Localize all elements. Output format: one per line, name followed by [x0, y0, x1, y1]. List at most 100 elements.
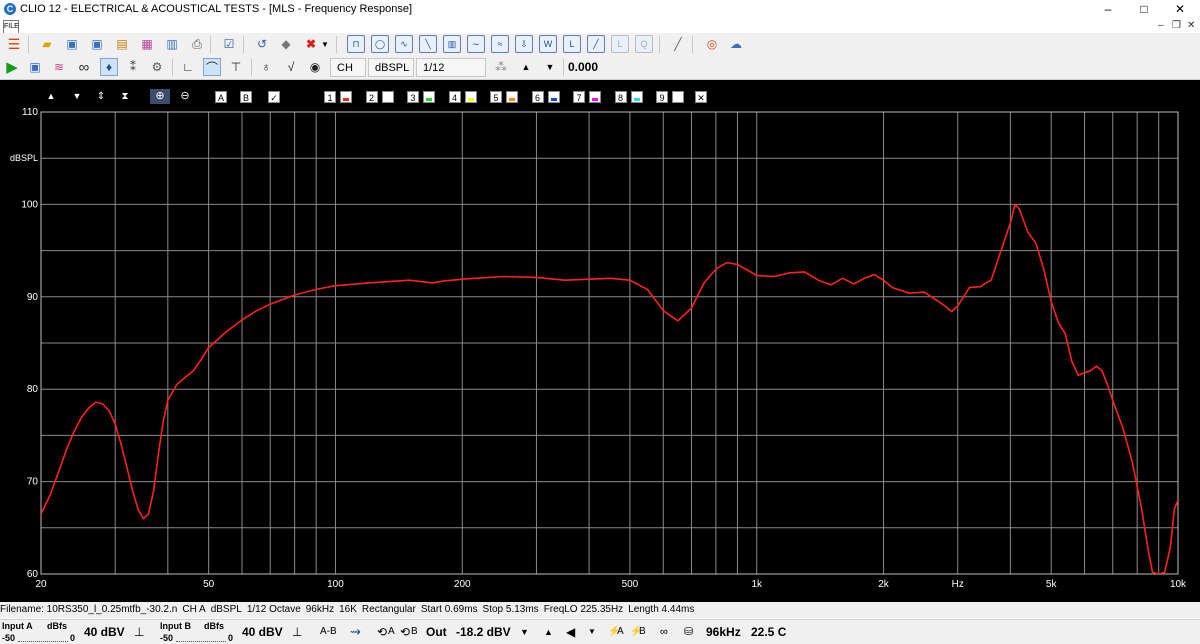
delete-icon[interactable]: ✖	[302, 35, 320, 53]
linearity-icon[interactable]: ╱	[587, 35, 605, 53]
lr-icon[interactable]: L	[611, 35, 629, 53]
frequency-response-chart[interactable]: 11010090807060dBSPL20 50 100 200 500 1k 2k 5k 10…	[0, 80, 1200, 602]
microphone-icon[interactable]: ♦	[100, 58, 118, 76]
frequency-icon[interactable]: ⌒	[203, 58, 221, 76]
window-title: CLIO 12 - ELECTRICAL & ACOUSTICAL TESTS …	[20, 3, 413, 15]
speaker-icon[interactable]: ◀	[566, 620, 575, 644]
speed-icon[interactable]: ◉	[306, 58, 324, 76]
help-lifebuoy-icon[interactable]: ◎	[703, 35, 721, 53]
menu-hamburger-icon[interactable]: ☰	[5, 35, 23, 53]
file-menu-icon[interactable]: FILE	[3, 20, 19, 34]
acoustics-icon[interactable]: ≈	[491, 35, 509, 53]
multimeter-icon[interactable]: ∼	[467, 35, 485, 53]
unit-select[interactable]: dBSPL	[368, 58, 414, 77]
save-measure-icon[interactable]: ▣	[26, 58, 44, 76]
waterfall-icon[interactable]: ≋	[50, 58, 68, 76]
open-folder-icon[interactable]: ▰	[38, 35, 56, 53]
child-close-button[interactable]: ✕	[1187, 20, 1195, 31]
sweep-icon[interactable]: ╲	[419, 35, 437, 53]
qc-icon[interactable]: Q	[635, 35, 653, 53]
main-toolbar: ☰ ▰ ▣ ▣ ▤ ▦ ▥ ⎙ ☑ ↺ ◆ ✖ ▼ ⊓ ◯ ∿ ╲ ▥ ∼ ≈ …	[0, 33, 1200, 56]
close-button[interactable]: ✕	[1162, 0, 1198, 20]
x-tick-label: 20	[35, 579, 47, 590]
child-restore-button[interactable]: ❐	[1172, 20, 1181, 31]
autorange-icon[interactable]: ⇝	[350, 620, 361, 644]
play-icon[interactable]: ▶	[3, 58, 21, 76]
probe-icon[interactable]: ♁	[257, 58, 275, 76]
y-tick-label: 90	[27, 292, 39, 303]
child-minimize-button[interactable]: –	[1158, 20, 1164, 31]
mls-icon[interactable]: ⊓	[347, 35, 365, 53]
title-bar: C CLIO 12 - ELECTRICAL & ACOUSTICAL TEST…	[0, 0, 1200, 20]
value-down-icon[interactable]: ▼	[541, 58, 559, 76]
speaker-dropdown-icon[interactable]: ▼	[588, 620, 596, 644]
out-a-link-icon[interactable]: ⟲	[377, 620, 387, 644]
marker-settings-icon[interactable]: ⁑	[124, 58, 142, 76]
x-tick-label: 500	[622, 579, 639, 590]
out-level-up-icon[interactable]: ▲	[544, 620, 553, 644]
out-b-link-icon[interactable]: ⟲	[400, 620, 410, 644]
info-window: Rectangular	[361, 604, 416, 615]
sample-rate[interactable]: 96kHz	[706, 620, 741, 644]
save-as-icon[interactable]: ▣	[88, 35, 106, 53]
smoothing-select[interactable]: 1/12 Octave	[416, 58, 486, 93]
phantom-a-label: A	[617, 626, 624, 637]
out-b-label: B	[411, 626, 418, 637]
settings-gear-icon[interactable]: ⚙	[148, 58, 166, 76]
y-tick-label: 110	[22, 107, 38, 118]
sinusoidal-icon[interactable]: ◯	[371, 35, 389, 53]
measurement-toolbar: ▶ ▣ ≋ ∞ ♦ ⁑ ⚙ ∟ ⌒ ⊤ ♁ √ ◉ CH A dBSPL 1/1…	[0, 56, 1200, 93]
waveform-icon[interactable]: ∿	[395, 35, 413, 53]
info-bar: Filename: 10RS350_l_0.25mtfb_-30.2.n CH A…	[0, 602, 1200, 618]
delete-dropdown-icon[interactable]: ▼	[320, 35, 330, 53]
export-image-icon[interactable]: ▦	[138, 35, 156, 53]
offset-value[interactable]: 0.000	[568, 58, 598, 77]
input-a-range[interactable]: 40 dBV	[84, 620, 125, 644]
impulse-icon[interactable]: √	[282, 58, 300, 76]
input-b-scale-max: 0	[228, 633, 234, 643]
out-level[interactable]: -18.2 dBV	[456, 620, 511, 644]
cursor-icon[interactable]: ⁂	[492, 58, 510, 76]
cloud-help-icon[interactable]: ☁	[727, 35, 745, 53]
channel-select[interactable]: CH A	[330, 58, 366, 93]
leq-icon[interactable]: L	[563, 35, 581, 53]
info-unit: dBSPL	[210, 604, 242, 615]
loopback-icon[interactable]: ∞	[660, 620, 668, 644]
print-icon[interactable]: ⎙	[188, 35, 206, 53]
x-tick-label: 5k	[1046, 579, 1058, 590]
input-b-scale-min: -50	[160, 633, 174, 643]
x-tick-label: 1k	[751, 579, 763, 590]
time-icon[interactable]: ∟	[179, 58, 197, 76]
ruler-icon[interactable]: ╱	[669, 35, 687, 53]
y-tick-label: 70	[27, 477, 39, 488]
wf-icon[interactable]: W	[539, 35, 557, 53]
checklist-icon[interactable]: ☑	[220, 35, 238, 53]
export-icon[interactable]: ▤	[113, 35, 131, 53]
loop-icon[interactable]: ∞	[75, 58, 93, 76]
undo-icon[interactable]: ↺	[253, 35, 271, 53]
minimize-button[interactable]: –	[1090, 0, 1126, 20]
phantom-b-label: B	[639, 626, 646, 637]
fft-icon[interactable]: ▥	[443, 35, 461, 53]
out-a-label: A	[388, 626, 395, 637]
notes-icon[interactable]: ▥	[163, 35, 181, 53]
input-b-range[interactable]: 40 dBV	[242, 620, 283, 644]
maximize-button[interactable]: □	[1126, 0, 1162, 20]
input-a-meter	[18, 638, 68, 642]
out-level-down-icon[interactable]: ▼	[520, 620, 529, 644]
eraser-icon[interactable]: ◆	[277, 35, 295, 53]
measure-down-icon[interactable]: ⇩	[515, 35, 533, 53]
y-axis-label: dBSPL	[10, 153, 38, 163]
input-b-coupling-icon[interactable]: ⊥	[292, 620, 302, 644]
value-up-icon[interactable]: ▲	[517, 58, 535, 76]
out-label: Out	[426, 625, 447, 639]
phase-icon[interactable]: ⊤	[227, 58, 245, 76]
hardware-icon[interactable]: ⛁	[684, 620, 693, 644]
input-a-coupling-icon[interactable]: ⊥	[134, 620, 144, 644]
a-minus-b-button[interactable]: A-B	[320, 620, 337, 644]
info-length: Length 4.44ms	[628, 604, 695, 615]
plot-window: ▲ ▼ ⇕ ⧗ ⊕ ⊖ A B ✓ 123456789 ✕ 110 100 90 80…	[0, 80, 1200, 602]
info-channel: CH A	[182, 604, 206, 615]
info-start: Start 0.69ms	[420, 604, 478, 615]
save-icon[interactable]: ▣	[63, 35, 81, 53]
